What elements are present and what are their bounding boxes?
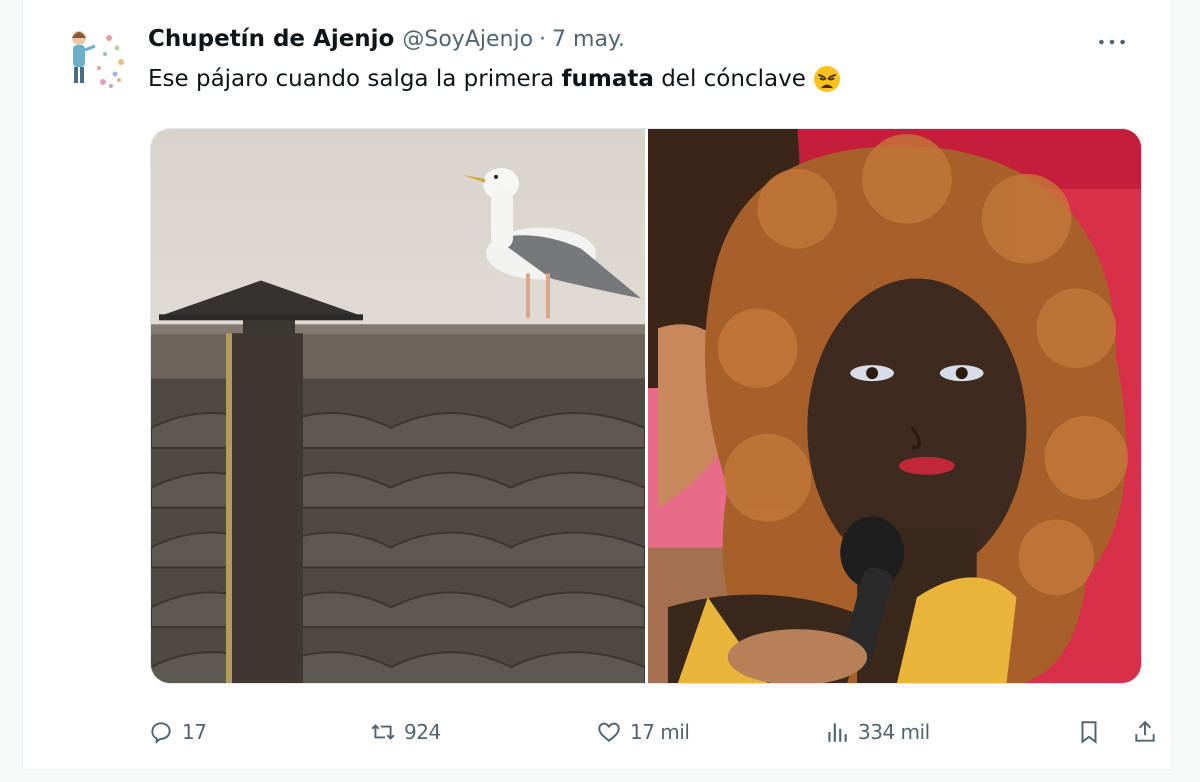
reply-button[interactable]: 17 [148,712,207,752]
tweet-card[interactable]: Chupetín de Ajenjo @SoyAjenjo · 7 may. E… [22,0,1172,770]
more-icon [1099,39,1125,45]
header-separator: · [539,27,547,52]
author-handle[interactable]: @SoyAjenjo [402,27,533,52]
reply-icon [151,722,171,744]
repost-count: 924 [404,720,441,744]
tweet-text-part: Ese pájaro cuando salga la primera [148,66,562,92]
author-name[interactable]: Chupetín de Ajenjo [148,26,394,52]
like-button[interactable]: 17 mil [596,712,690,752]
avatar-image [59,24,131,96]
tweet-text-bold: fumata [561,66,654,92]
views-icon [828,723,847,742]
post-date[interactable]: 7 may. [552,27,625,52]
views-button[interactable]: 334 mil [824,712,930,752]
repost-icon [371,724,395,740]
author-avatar[interactable] [59,24,131,96]
tweet-header: Chupetín de Ajenjo @SoyAjenjo · 7 may. [148,26,625,58]
bookmark-button[interactable] [1076,712,1110,752]
like-count: 17 mil [630,720,690,744]
more-button[interactable] [1095,30,1129,54]
tweet-text: Ese pájaro cuando salga la primera fumat… [148,64,842,94]
share-icon [1135,720,1155,742]
weary-face-emoji-icon [812,64,842,94]
reply-count: 17 [182,720,207,744]
wig-person-image [648,129,1141,683]
seagull-image [151,129,645,683]
action-bar: 17 924 17 mil 334 mil [148,712,1155,752]
repost-button[interactable]: 924 [370,712,441,752]
like-icon [598,722,620,742]
tweet-media[interactable] [150,128,1142,684]
share-button[interactable] [1132,712,1166,752]
views-count: 334 mil [858,720,930,744]
tweet-text-part-end: del cónclave [653,66,806,92]
page-background: Chupetín de Ajenjo @SoyAjenjo · 7 may. E… [0,0,1200,782]
wig-person-photo[interactable] [648,129,1141,683]
seagull-photo[interactable] [151,129,645,683]
bookmark-icon [1081,721,1097,744]
